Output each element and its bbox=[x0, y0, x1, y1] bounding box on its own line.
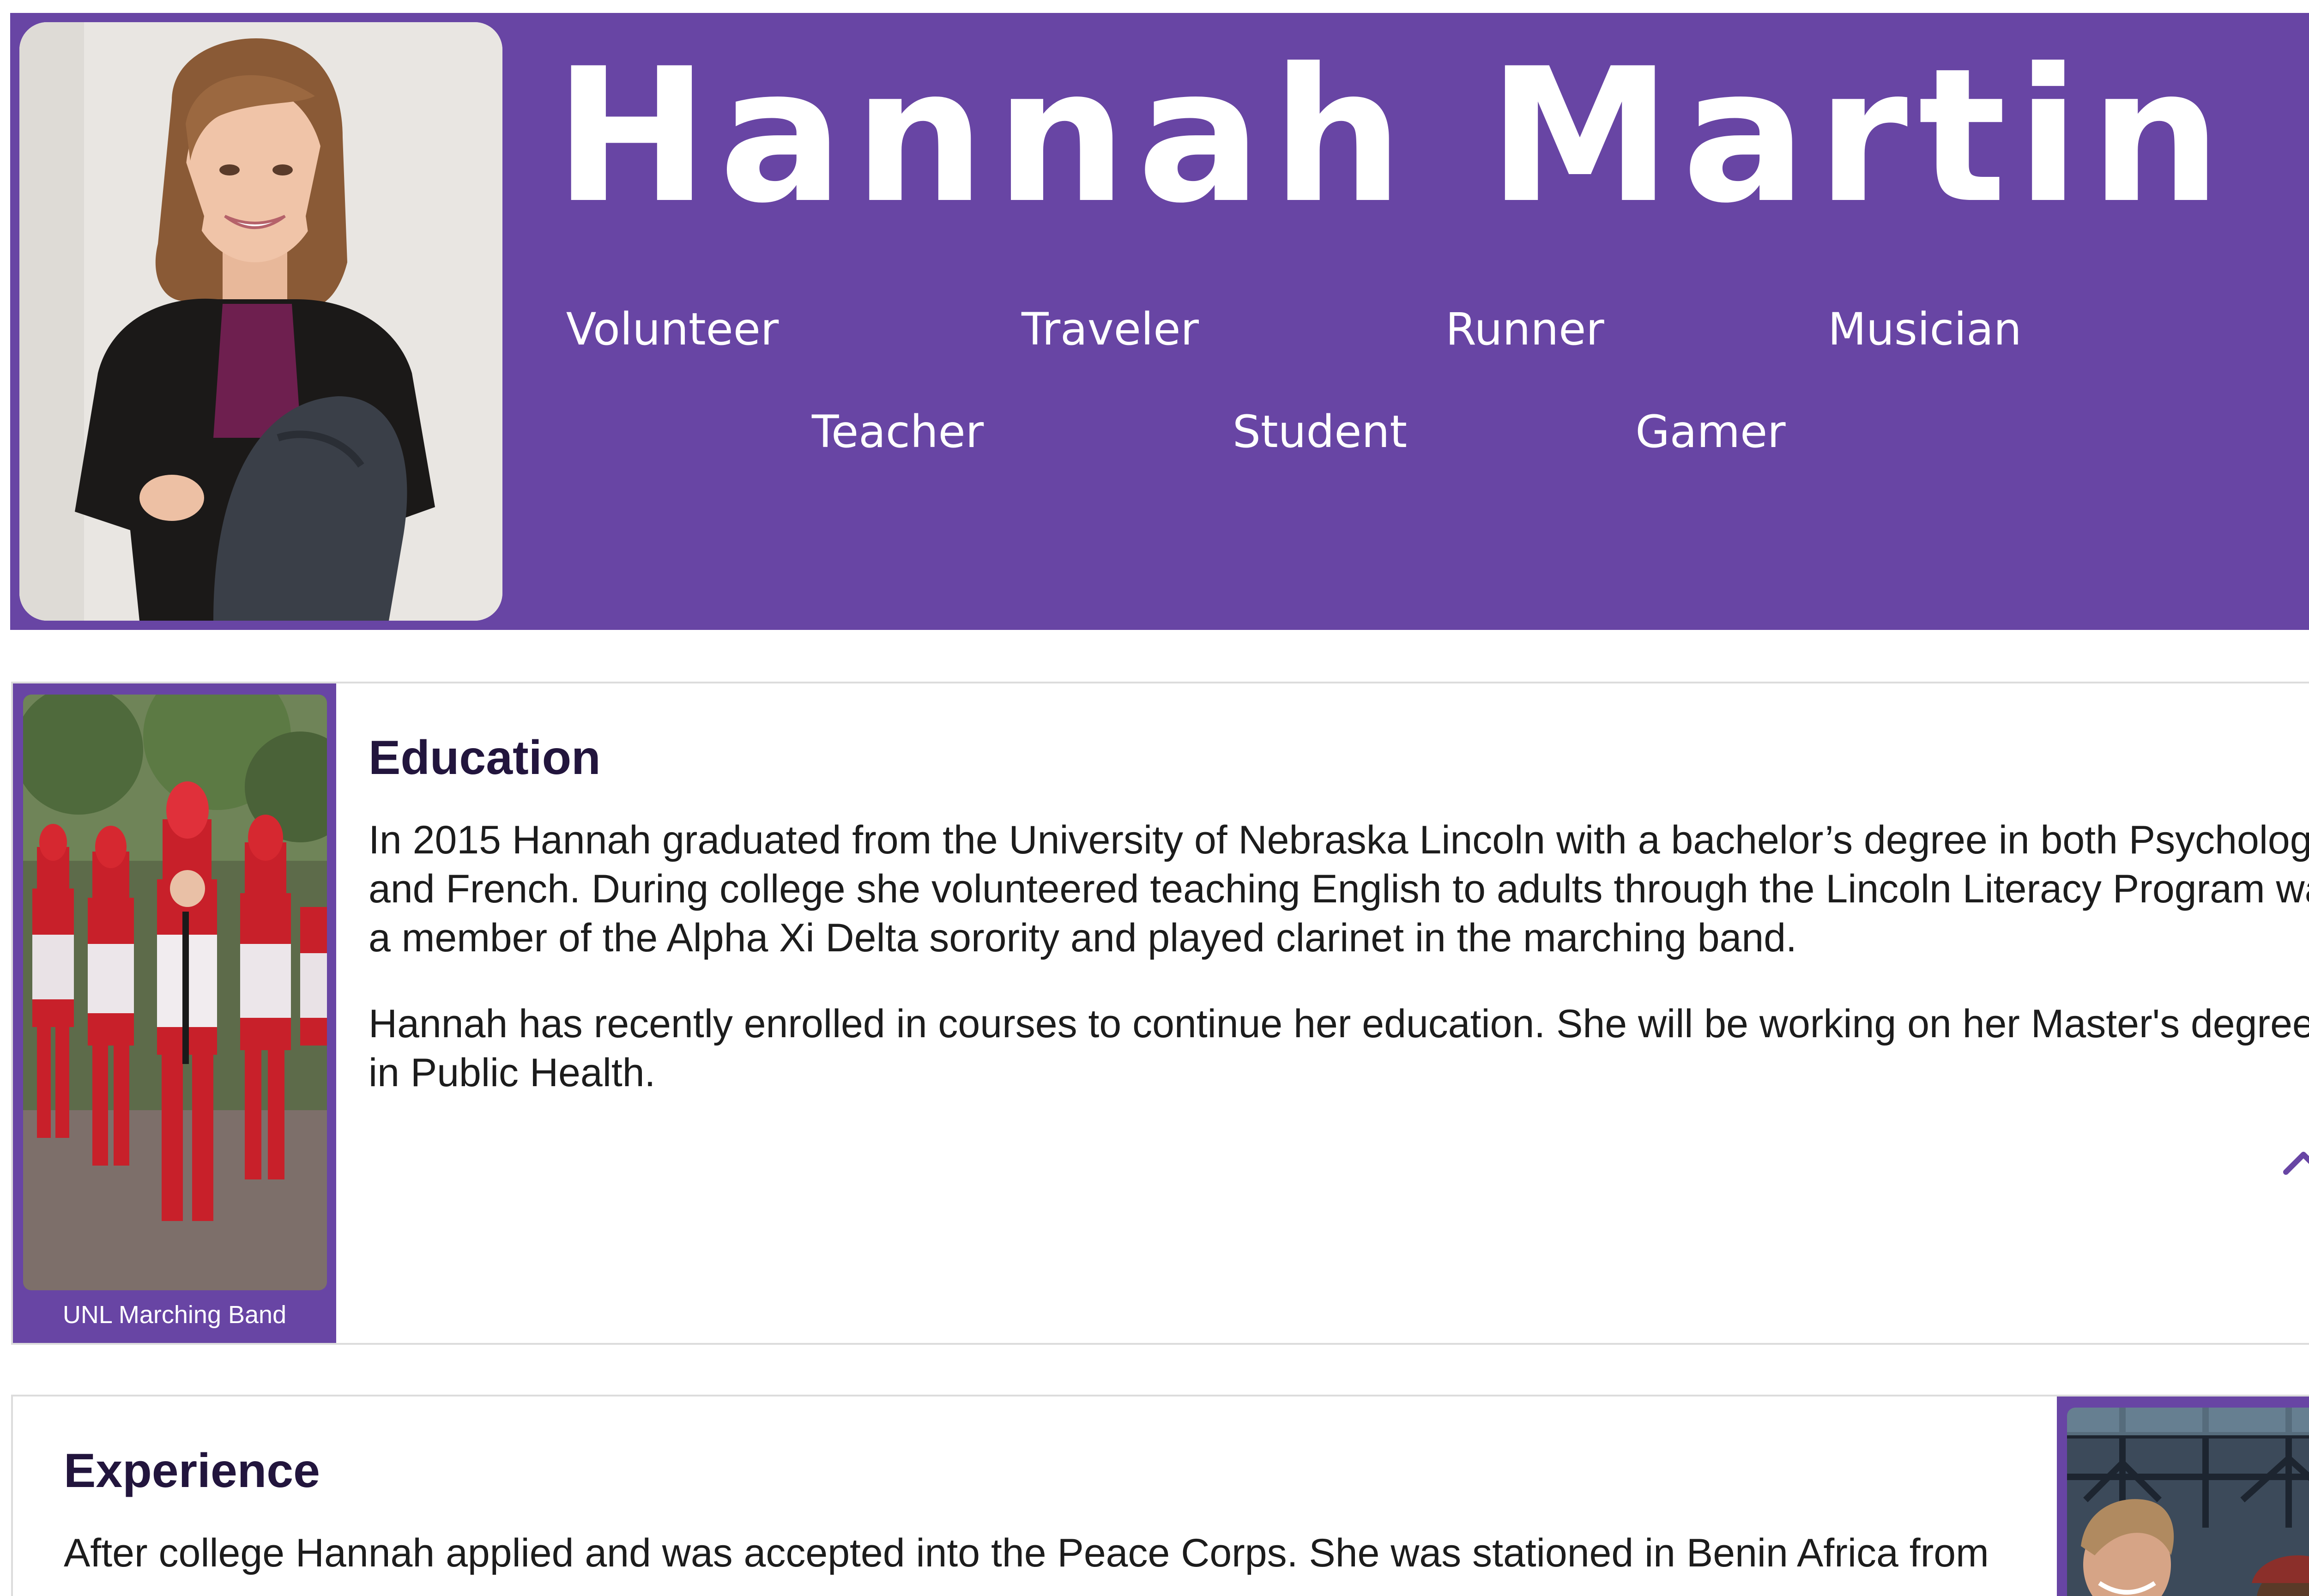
role-runner: Runner bbox=[1445, 303, 1604, 355]
profile-header: Hannah Martin Volunteer Traveler Runner … bbox=[10, 13, 2309, 630]
education-paragraph-1: In 2015 Hannah graduated from the Univer… bbox=[369, 818, 2309, 960]
experience-photo-frame bbox=[2057, 1396, 2309, 1596]
experience-title: Experience bbox=[64, 1444, 320, 1498]
role-musician: Musician bbox=[1828, 303, 2022, 355]
education-photo-frame: UNL Marching Band bbox=[13, 683, 336, 1343]
role-traveler: Traveler bbox=[1022, 303, 1199, 355]
role-gamer: Gamer bbox=[1635, 406, 1786, 458]
education-paragraph-2: Hannah has recently enrolled in courses … bbox=[369, 1002, 2309, 1095]
profile-name: Hannah Martin bbox=[554, 29, 2232, 244]
role-volunteer: Volunteer bbox=[566, 303, 779, 355]
marching-band-photo bbox=[23, 695, 327, 1290]
experience-card: Experience After college Hannah applied … bbox=[11, 1395, 2309, 1596]
role-student: Student bbox=[1233, 406, 1407, 458]
education-title: Education bbox=[369, 731, 601, 785]
education-content: Education In 2015 Hannah graduated from … bbox=[369, 728, 2309, 1097]
profile-page: Hannah Martin Volunteer Traveler Runner … bbox=[0, 0, 2309, 1596]
experience-content: Experience After college Hannah applied … bbox=[64, 1441, 2049, 1578]
chevron-up-icon bbox=[2283, 1152, 2309, 1175]
photo-caption: UNL Marching Band bbox=[62, 1301, 287, 1329]
portrait-photo bbox=[19, 22, 502, 621]
collapse-education-button[interactable] bbox=[2276, 1134, 2309, 1190]
education-card: UNL Marching Band Education In 2015 Hann… bbox=[11, 682, 2309, 1345]
experience-paragraph-1: After college Hannah applied and was acc… bbox=[64, 1531, 1989, 1575]
role-teacher: Teacher bbox=[811, 406, 984, 458]
peace-corps-photo bbox=[2067, 1408, 2309, 1596]
